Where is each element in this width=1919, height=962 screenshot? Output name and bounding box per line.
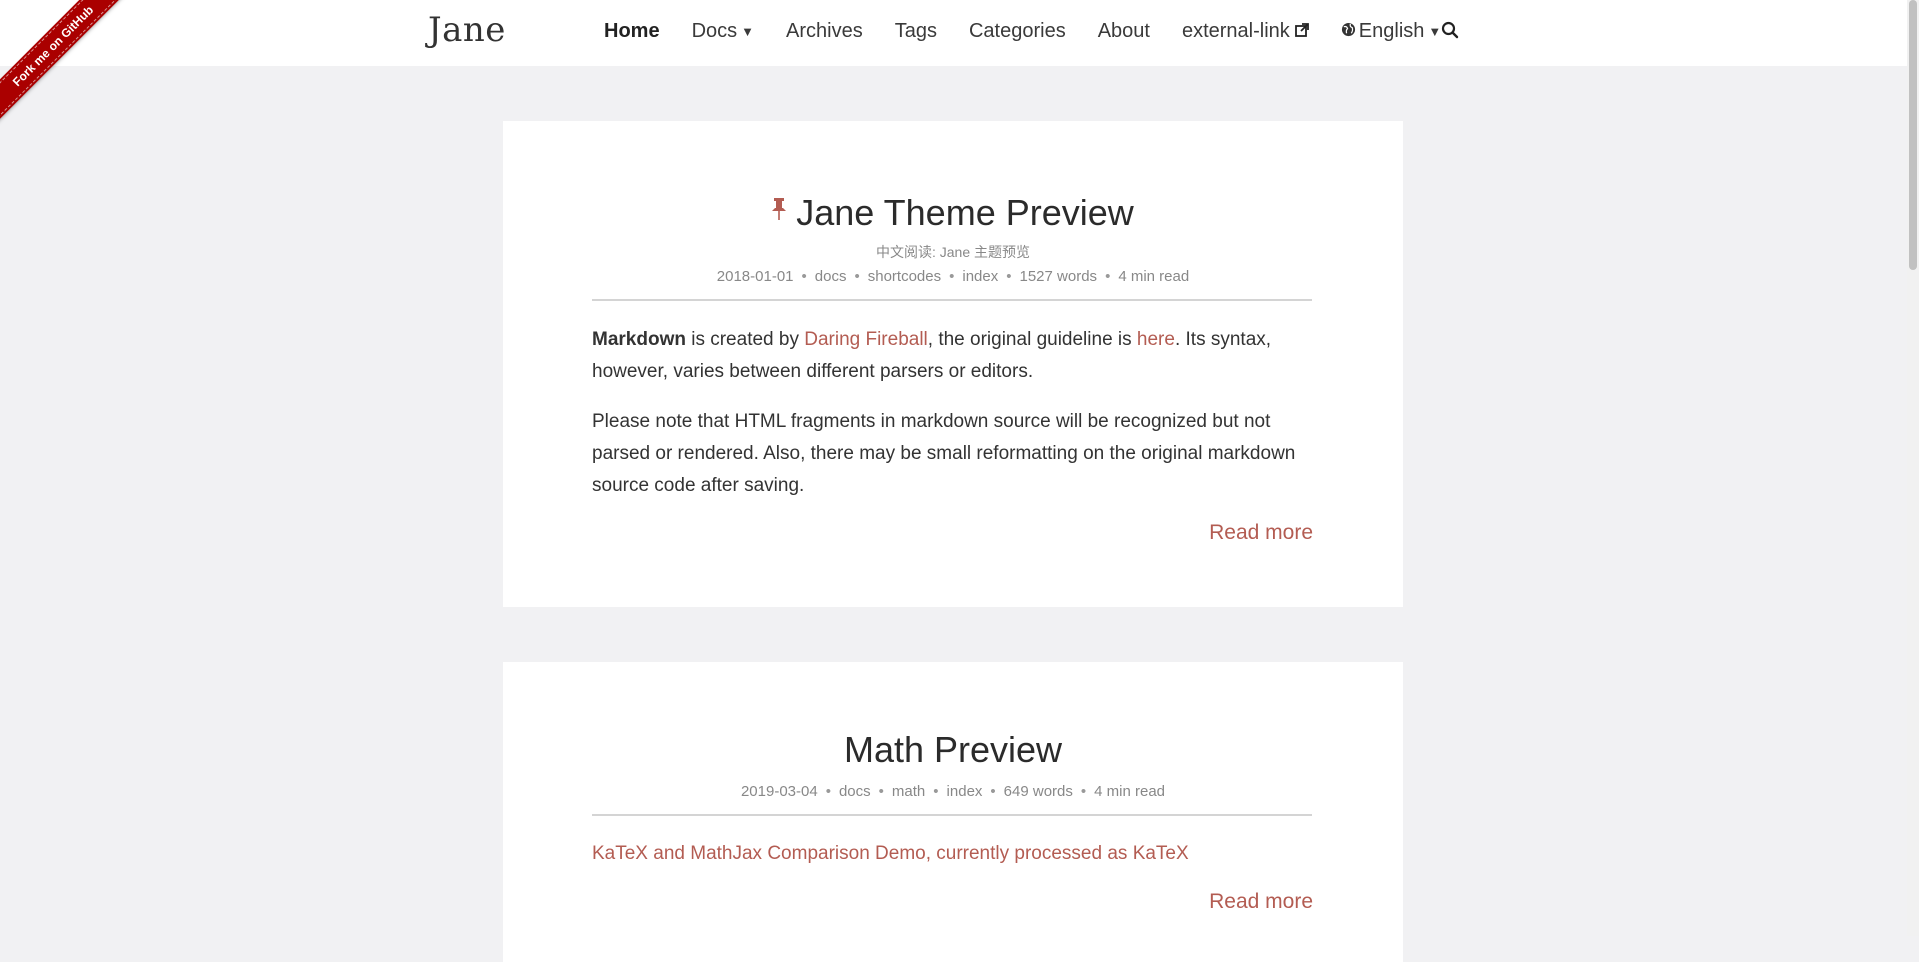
read-more-link[interactable]: Read more: [1209, 890, 1313, 914]
nav-tags[interactable]: Tags: [895, 20, 937, 43]
caret-down-icon: ▼: [1428, 24, 1442, 39]
post-paragraph: Please note that HTML fragments in markd…: [592, 411, 1296, 496]
post-translation-link[interactable]: 中文阅读: Jane 主题预览: [503, 242, 1403, 262]
bold-text: Markdown: [592, 329, 686, 350]
page-scrollbar[interactable]: [1907, 0, 1919, 936]
post-tag[interactable]: shortcodes: [868, 268, 941, 285]
post-read-time: 4 min read: [1118, 268, 1190, 285]
post-tag[interactable]: math: [892, 783, 925, 800]
daring-fireball-link[interactable]: Daring Fireball: [804, 329, 928, 350]
post-divider: [592, 814, 1312, 816]
nav-about[interactable]: About: [1098, 20, 1150, 43]
guideline-link[interactable]: here: [1137, 329, 1175, 350]
nav-language-label: English: [1358, 20, 1425, 42]
main-nav: Home Docs ▼ Archives Tags Categories Abo…: [604, 20, 1473, 43]
text-span: , the original guideline is: [927, 329, 1137, 350]
post-tag[interactable]: docs: [839, 783, 871, 800]
text-span: is created by: [685, 329, 805, 350]
post-title[interactable]: Jane Theme Preview: [503, 188, 1403, 234]
scrollbar-thumb[interactable]: [1909, 0, 1917, 270]
post-tag[interactable]: index: [947, 783, 983, 800]
post-read-time: 4 min read: [1094, 783, 1166, 800]
fork-me-ribbon[interactable]: Fork me on GitHub: [0, 0, 138, 140]
post-meta: 2019-03-04 • docs • math • index • 649 words • 4 m…: [740, 783, 1166, 800]
post-paragraph: Markdown is created by Daring Fireball, …: [592, 324, 1317, 388]
github-ribbon-container: Fork me on GitHub: [0, 0, 140, 140]
nav-language-dropdown[interactable]: English ▼: [1341, 20, 1441, 43]
post-tag[interactable]: docs: [815, 268, 847, 285]
site-logo[interactable]: Jane: [428, 10, 506, 50]
post-tag[interactable]: index: [962, 268, 998, 285]
nav-home[interactable]: Home: [604, 20, 660, 43]
nav-archives[interactable]: Archives: [786, 20, 863, 43]
search-icon[interactable]: [1441, 21, 1459, 44]
pin-icon: [772, 188, 787, 230]
post-date: 2019-03-04: [740, 783, 818, 800]
globe-icon: [1341, 20, 1356, 43]
nav-docs-label: Docs: [691, 20, 738, 42]
post-title-text: Jane Theme Preview: [796, 192, 1134, 233]
site-header: Jane Home Docs ▼ Archives Tags Categorie…: [0, 0, 1907, 66]
nav-categories[interactable]: Categories: [969, 20, 1066, 43]
nav-external-label: external-link: [1181, 20, 1290, 42]
nav-docs-dropdown[interactable]: Docs ▼: [692, 20, 754, 43]
post-word-count: 1527 words: [1019, 268, 1098, 285]
post-card: Jane Theme Preview 中文阅读: Jane 主题预览 2018-…: [503, 121, 1403, 607]
read-more-link[interactable]: Read more: [1209, 521, 1313, 545]
post-word-count: 649 words: [1003, 783, 1073, 800]
post-summary: KaTeX and MathJax Comparison Demo, curre…: [592, 838, 1317, 870]
nav-external-link[interactable]: external-link: [1182, 20, 1309, 43]
post-meta: 2018-01-01 • docs • shortcodes • index • 1527 wo…: [716, 268, 1190, 285]
post-title[interactable]: Math Preview: [503, 729, 1403, 771]
post-divider: [592, 299, 1312, 301]
post-card: Math Preview 2019-03-04 • docs • math • index •…: [503, 662, 1403, 962]
caret-down-icon: ▼: [741, 24, 755, 39]
post-date: 2018-01-01: [716, 268, 794, 285]
post-summary-link[interactable]: KaTeX and MathJax Comparison Demo, curre…: [592, 843, 1189, 864]
external-link-icon: [1294, 20, 1309, 43]
